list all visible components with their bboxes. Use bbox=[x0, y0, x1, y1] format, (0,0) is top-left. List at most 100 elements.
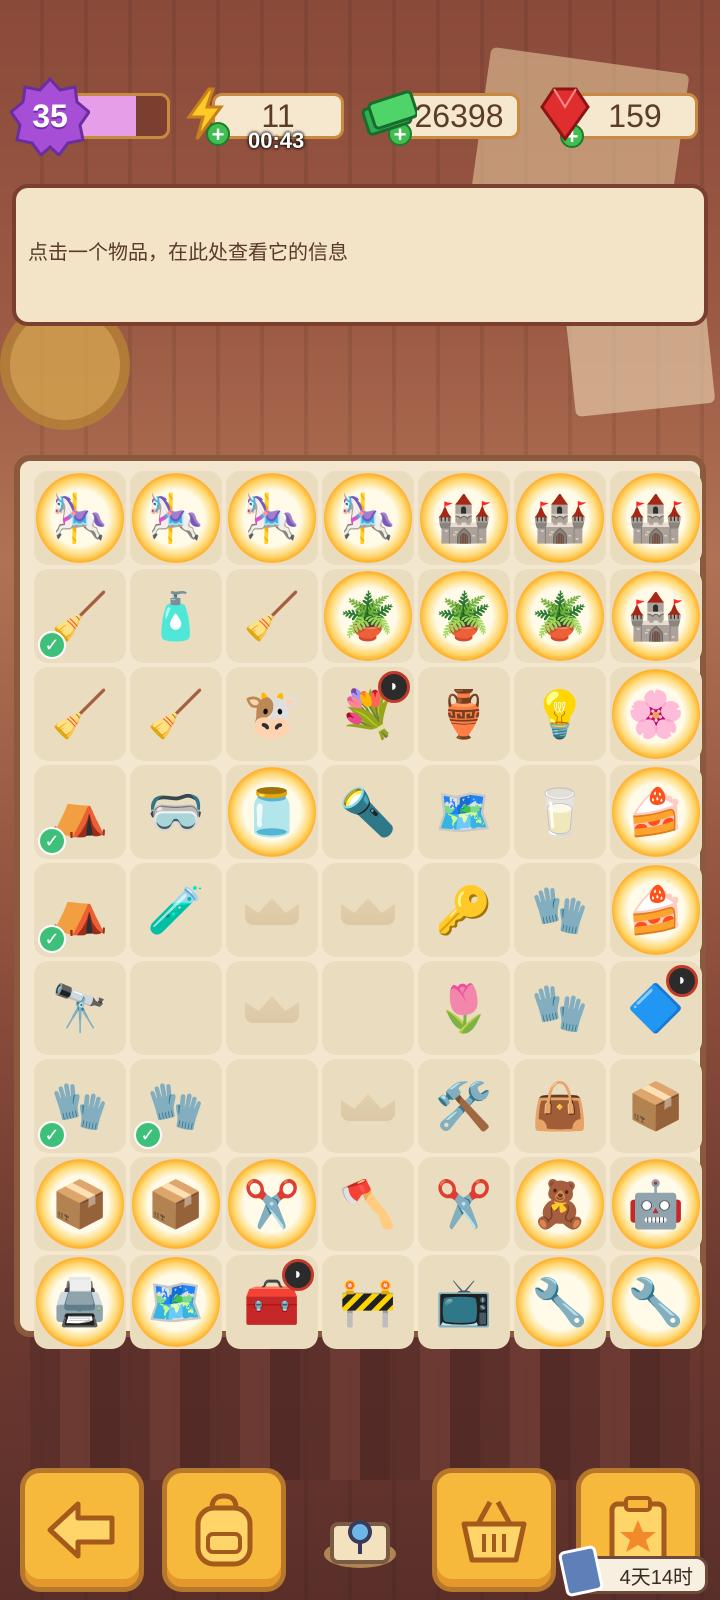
board-cell-map[interactable]: 🗺️ bbox=[130, 1255, 222, 1349]
empty-cell[interactable] bbox=[226, 961, 318, 1055]
check-icon: ✓ bbox=[38, 925, 66, 953]
board-cell-crystal-pyramid[interactable]: 🔷 ◗ bbox=[610, 961, 702, 1055]
green-hand-broom-icon: 🧹 bbox=[51, 688, 109, 740]
board-cell-crate[interactable]: 📦 bbox=[130, 1157, 222, 1251]
tiffany-lamp-icon: 💡 bbox=[531, 688, 589, 740]
cash-icon bbox=[360, 86, 418, 142]
board-cell-yak-mascot[interactable]: 🐮 bbox=[226, 667, 318, 761]
board-cell-red-glove[interactable]: 🧤 bbox=[514, 863, 606, 957]
board-cell-purple-tent[interactable]: ⛺ ✓ bbox=[34, 863, 126, 957]
board-cell-plant-pot[interactable]: 🪴 bbox=[418, 569, 510, 663]
board-cell-broom[interactable]: 🧹 ✓ bbox=[34, 569, 126, 663]
board-cell-printer[interactable]: 🖨️ bbox=[34, 1255, 126, 1349]
board-cell-castle[interactable]: 🏰 bbox=[610, 471, 702, 565]
dustpan-icon: 🧹 bbox=[147, 688, 205, 740]
board-cell-goggles[interactable]: 🥽 bbox=[130, 765, 222, 859]
board-cell-brown-box[interactable]: 📦 bbox=[610, 1059, 702, 1153]
board-cell-tools[interactable]: 🔧 bbox=[610, 1255, 702, 1349]
item-info-text: 点击一个物品，在此处查看它的信息 bbox=[28, 242, 348, 264]
castle-icon: 🏰 bbox=[435, 492, 493, 544]
board-cell-spray-bottle[interactable]: 🧴 bbox=[130, 569, 222, 663]
back-button[interactable] bbox=[20, 1468, 144, 1592]
empty-cell[interactable] bbox=[322, 1059, 414, 1153]
empty-cell[interactable] bbox=[322, 961, 414, 1055]
red-mittens-icon: 🧤 bbox=[147, 1080, 205, 1132]
empty-cell[interactable] bbox=[226, 1059, 318, 1153]
gold-key-icon: 🔑 bbox=[435, 884, 493, 936]
board-cell-carousel[interactable]: 🎠 bbox=[226, 471, 318, 565]
board-cell-green-hand-broom[interactable]: 🧹 bbox=[34, 667, 126, 761]
sell-basket-button[interactable] bbox=[432, 1468, 556, 1592]
board-cell-barrier[interactable]: 🚧 bbox=[322, 1255, 414, 1349]
flashlight-icon: 🔦 bbox=[339, 786, 397, 838]
red-mittens-icon: 🧤 bbox=[51, 1080, 109, 1132]
board-cell-red-mittens[interactable]: 🧤 ✓ bbox=[130, 1059, 222, 1153]
backpack-button[interactable] bbox=[162, 1468, 286, 1592]
board-cell-glass-mug[interactable]: 🥛 bbox=[514, 765, 606, 859]
tulips-icon: 🌷 bbox=[435, 982, 493, 1034]
board-cell-flower-basket[interactable]: 💐 ◗ bbox=[322, 667, 414, 761]
board-cell-cake[interactable]: 🍰 bbox=[610, 863, 702, 957]
printer-icon: 🖨️ bbox=[51, 1276, 109, 1328]
board-cell-orange-map[interactable]: 🗺️ bbox=[418, 765, 510, 859]
board-cell-flower[interactable]: 🌸 bbox=[610, 667, 702, 761]
board-cell-cake[interactable]: 🍰 bbox=[610, 765, 702, 859]
red-gloves-icon: 🧤 bbox=[531, 982, 589, 1034]
crate-icon: 📦 bbox=[147, 1178, 205, 1230]
board-cell-castle[interactable]: 🏰 bbox=[514, 471, 606, 565]
board-cell-plant-pot[interactable]: 🪴 bbox=[322, 569, 414, 663]
cake-icon: 🍰 bbox=[627, 884, 685, 936]
board-cell-tiffany-lamp[interactable]: 💡 bbox=[514, 667, 606, 761]
board-cell-crate[interactable]: 📦 bbox=[34, 1157, 126, 1251]
board-cell-carousel[interactable]: 🎠 bbox=[322, 471, 414, 565]
check-icon: ✓ bbox=[134, 1121, 162, 1149]
cash-value: 26398 bbox=[414, 97, 504, 134]
board-cell-flashlight[interactable]: 🔦 bbox=[322, 765, 414, 859]
merge-grid: 🎠 🎠 🎠 🎠 🏰 🏰 🏰 🧹 ✓ 🧴 🧹 🪴 🪴 🪴 🏰 🧹 🧹 🐮 💐 ◗ 🏺 💡 🌸 ⛺ ✓ 🥽 🫙 🔦 🗺️ 🥛 🍰 ⛺ ✓ 🧪 🔑 🧤 🍰 🔭 🌷… bbox=[34, 471, 702, 1349]
board-cell-workbench[interactable]: 🧰 ◗ bbox=[226, 1255, 318, 1349]
board-cell-dustpan[interactable]: 🧹 bbox=[130, 667, 222, 761]
board-cell-gold-key[interactable]: 🔑 bbox=[418, 863, 510, 957]
background-bookshelf bbox=[30, 1330, 690, 1480]
board-cell-tools[interactable]: 🔧 bbox=[514, 1255, 606, 1349]
board-cell-purple-tent[interactable]: ⛺ ✓ bbox=[34, 765, 126, 859]
lightning-icon bbox=[180, 86, 230, 142]
inspect-chest-button[interactable] bbox=[314, 1490, 406, 1582]
board-cell-broken-pot[interactable]: 🏺 bbox=[418, 667, 510, 761]
jar-icon: 🫙 bbox=[243, 786, 301, 838]
board-cell-green-tube[interactable]: 🧪 bbox=[130, 863, 222, 957]
broom-icon: 🧹 bbox=[51, 590, 109, 642]
board-cell-castle[interactable]: 🏰 bbox=[418, 471, 510, 565]
crate-icon: 📦 bbox=[51, 1178, 109, 1230]
board-cell-duster[interactable]: 🧹 bbox=[226, 569, 318, 663]
board-cell-pruning-shears[interactable]: ✂️ bbox=[418, 1157, 510, 1251]
board-cell-axe[interactable]: 🪓 bbox=[322, 1157, 414, 1251]
board-cell-tulips[interactable]: 🌷 bbox=[418, 961, 510, 1055]
goggles-icon: 🥽 bbox=[147, 786, 205, 838]
gem-value: 159 bbox=[608, 97, 662, 134]
board-cell-scissors[interactable]: ✂️ bbox=[226, 1157, 318, 1251]
board-cell-trowel[interactable]: 🛠️ bbox=[418, 1059, 510, 1153]
board-cell-zip-bag[interactable]: 👜 bbox=[514, 1059, 606, 1153]
empty-cell[interactable] bbox=[130, 961, 222, 1055]
producer-badge-icon: ◗ bbox=[378, 671, 410, 703]
flower-icon: 🌸 bbox=[627, 688, 685, 740]
board-cell-tv-monster[interactable]: 📺 bbox=[418, 1255, 510, 1349]
empty-cell[interactable] bbox=[226, 863, 318, 957]
tv-monster-icon: 📺 bbox=[435, 1276, 493, 1328]
board-cell-red-mittens[interactable]: 🧤 ✓ bbox=[34, 1059, 126, 1153]
level-badge[interactable]: 35 bbox=[10, 76, 90, 156]
board-cell-castle[interactable]: 🏰 bbox=[610, 569, 702, 663]
board-cell-jar[interactable]: 🫙 bbox=[226, 765, 318, 859]
board-cell-toy[interactable]: 🧸 bbox=[514, 1157, 606, 1251]
board-cell-carousel[interactable]: 🎠 bbox=[34, 471, 126, 565]
board-cell-plant-pot[interactable]: 🪴 bbox=[514, 569, 606, 663]
board-cell-spyglass[interactable]: 🔭 bbox=[34, 961, 126, 1055]
brown-box-icon: 📦 bbox=[627, 1080, 685, 1132]
empty-cell[interactable] bbox=[322, 863, 414, 957]
energy-timer: 00:43 bbox=[248, 128, 305, 153]
board-cell-robot[interactable]: 🤖 bbox=[610, 1157, 702, 1251]
board-cell-red-gloves[interactable]: 🧤 bbox=[514, 961, 606, 1055]
board-cell-carousel[interactable]: 🎠 bbox=[130, 471, 222, 565]
ruby-icon bbox=[538, 84, 592, 142]
